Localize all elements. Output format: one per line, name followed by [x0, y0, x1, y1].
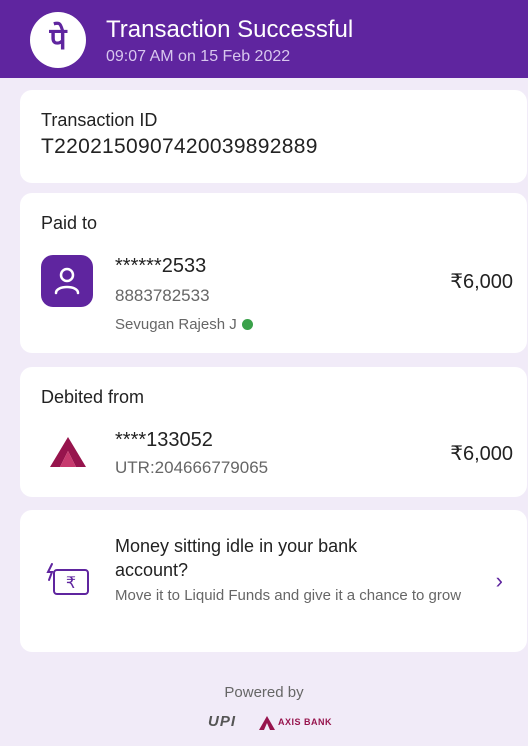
- debited-from-card[interactable]: Debited from ****133052 UTR:204666779065…: [20, 367, 527, 497]
- rupee-wallet-icon: ₹: [46, 560, 92, 600]
- verified-badge-icon: [241, 318, 253, 330]
- paid-to-label: Paid to: [41, 213, 98, 233]
- transaction-header: पे Transaction Successful 09:07 AM on 15…: [0, 0, 528, 78]
- powered-by-text: Powered by: [224, 684, 304, 701]
- debited-from-label: Debited from: [41, 387, 145, 407]
- promo-title: Money sitting idle in your bank account?: [115, 536, 358, 580]
- promo-description: Move it to Liquid Funds and give it a ch…: [115, 587, 462, 604]
- payee-phone: 8883782533: [115, 286, 210, 305]
- payee-name-row: Sevugan Rajesh J: [115, 316, 253, 333]
- user-icon: [41, 255, 93, 307]
- transaction-id-label: Transaction ID: [41, 110, 158, 130]
- axis-bank-logo-text: AXIS BANK: [278, 717, 333, 727]
- status-timestamp: 09:07 AM on 15 Feb 2022: [106, 48, 291, 65]
- debit-masked-account: ****133052: [115, 429, 213, 451]
- transaction-id-card[interactable]: Transaction ID T2202150907420039892889: [20, 90, 527, 183]
- chevron-right-icon[interactable]: ›: [496, 568, 503, 594]
- debited-amount: ₹6,000: [450, 443, 513, 465]
- payee-name: Sevugan Rajesh J: [115, 316, 237, 333]
- status-title: Transaction Successful: [106, 16, 354, 43]
- axis-bank-small-icon: [259, 716, 275, 730]
- upi-logo: UPI: [208, 713, 237, 730]
- axis-bank-icon: [48, 435, 88, 469]
- phonepe-logo-icon: पे: [30, 12, 86, 68]
- svg-text:₹: ₹: [66, 573, 76, 592]
- paid-to-card[interactable]: Paid to ******2533 8883782533 Sevugan Ra…: [20, 193, 527, 353]
- transaction-id-value[interactable]: T2202150907420039892889: [41, 135, 318, 159]
- partner-logos: UPI AXIS BANK: [208, 713, 348, 733]
- liquid-funds-promo-card[interactable]: ₹ Money sitting idle in your bank accoun…: [20, 510, 527, 652]
- payee-masked-account: ******2533: [115, 255, 207, 277]
- utr-number: UTR:204666779065: [115, 458, 269, 477]
- paid-amount: ₹6,000: [450, 271, 513, 293]
- logo-glyph: पे: [49, 22, 67, 57]
